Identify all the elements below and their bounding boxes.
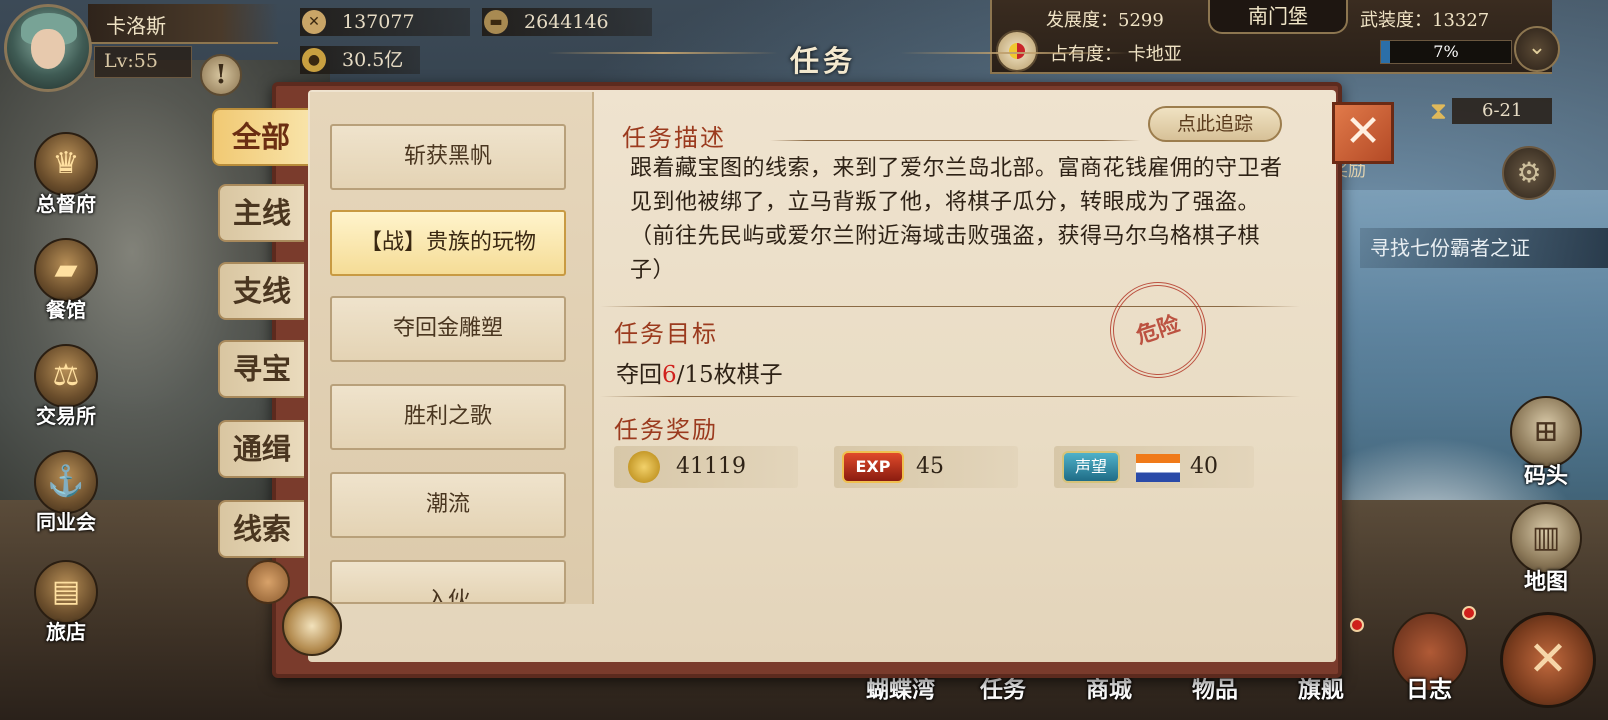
compass-icon [282,596,342,656]
coin-icon [628,451,660,483]
quest-item[interactable]: 斩获黑帆 [330,124,566,190]
player-level: Lv:55 [104,50,158,72]
tab-clues[interactable]: 线索 [218,500,304,558]
reward-exp-value: 45 [916,454,944,479]
hourglass-icon: ⧗ [1430,97,1447,125]
tab-wanted[interactable]: 通缉 [218,420,304,478]
divider [770,140,1140,141]
occupation-bar: 7% [1380,40,1512,64]
event-timer[interactable]: ⧗ 6-21 [1430,94,1580,128]
description-title: 任务描述 [622,124,726,152]
occupation-percent: 7% [1433,42,1459,61]
scales-icon: ⚖ [34,344,98,408]
reward-exp: EXP 45 [834,446,1018,488]
gear-icon[interactable]: ⚙ [1502,146,1556,200]
divider [600,396,1300,397]
close-icon[interactable]: ✕ [1332,102,1394,164]
coin-decoration [246,560,290,604]
notification-dot [1462,606,1476,620]
nav-guild-label: 同业会 [36,510,96,534]
attack-icon: ✕ [302,10,326,34]
tab-treasure[interactable]: 寻宝 [218,340,304,398]
reward-reputation: 声望 40 [1054,446,1254,488]
nav-governor-label: 总督府 [36,192,96,216]
avatar-face [31,29,65,69]
reward-coins-value: 41119 [676,454,746,479]
player-avatar[interactable] [4,4,92,92]
quest-item[interactable]: 潮流 [330,472,566,538]
anchor-shield-icon: ⚓ [34,450,98,514]
gold-bar-icon: ▬ [484,10,508,34]
basket-icon: ▤ [34,560,98,624]
nav-guild[interactable]: ⚓ 同业会 [28,450,104,535]
resource-gold-bars-value: 2644146 [524,11,609,33]
nav-tavern-label: 餐馆 [46,298,86,322]
quest-item[interactable]: 夺回金雕塑 [330,296,566,362]
quest-description: 跟着藏宝图的线索，来到了爱尔兰岛北部。富商花钱雇佣的守卫者见到他被绑了，立马背叛… [630,156,1283,283]
netherlands-flag-icon [1136,454,1180,482]
nation-flag-icon[interactable] [996,30,1038,72]
bottom-nav-log[interactable]: 日志 [1406,670,1452,704]
title-decoration [900,52,1130,54]
nav-dock-label: 码头 [1523,463,1568,489]
crossed-swords-icon[interactable]: ✕ [1500,612,1596,708]
quest-item-selected[interactable]: 【战】贵族的玩物 [330,210,566,276]
resource-coins-value: 30.5亿 [342,49,404,71]
nav-inn[interactable]: ▤ 旅店 [28,560,104,645]
quest-item[interactable]: 胜利之歌 [330,384,566,450]
nav-map[interactable]: ▥ 地图 [1506,502,1586,596]
title-decoration [548,52,778,54]
tab-all[interactable]: 全部 [212,108,308,166]
nav-governor[interactable]: ♛ 总督府 [28,132,104,217]
exp-icon: EXP [842,451,904,483]
coin-icon: ● [302,48,326,72]
quest-tracker-banner[interactable]: 寻找七份霸者之证 [1360,228,1608,268]
objective-current: 6 [662,362,677,388]
alert-icon[interactable]: ! [200,54,242,96]
dialog-title: 任务 [790,44,857,78]
reward-reputation-value: 40 [1190,454,1218,479]
quest-objective: 夺回6/15枚棋子 [616,355,783,389]
nav-dock[interactable]: ⊞ 码头 [1506,396,1586,490]
nav-exchange[interactable]: ⚖ 交易所 [28,344,104,429]
reputation-icon: 声望 [1062,451,1120,483]
development-label: 发展度：5299 [1046,10,1164,31]
objective-rest: /15枚棋子 [676,362,783,388]
reward-title: 任务奖励 [614,416,718,444]
objective-title: 任务目标 [614,320,718,348]
tavern-icon: ▰ [34,238,98,302]
nav-tavern[interactable]: ▰ 餐馆 [28,238,104,323]
city-name[interactable]: 南门堡 [1208,0,1348,34]
nav-map-label: 地图 [1523,569,1568,595]
reward-coins: 41119 [614,446,798,488]
resource-attack-value: 137077 [342,11,415,33]
nav-exchange-label: 交易所 [36,404,96,428]
nav-inn-label: 旅店 [46,620,86,644]
objective-prefix: 夺回 [616,362,662,388]
quest-item[interactable]: 入伙 [330,560,566,604]
crown-icon: ♛ [34,132,98,196]
track-quest-button[interactable]: 点此追踪 [1148,106,1282,142]
tab-main[interactable]: 主线 [218,184,304,242]
timer-text: 6-21 [1482,100,1523,121]
notification-dot [1350,618,1364,632]
chevron-down-icon[interactable]: ⌄ [1514,26,1560,72]
player-name: 卡洛斯 [106,14,166,38]
tab-side[interactable]: 支线 [218,262,304,320]
armament-label: 武装度：13327 [1360,10,1490,31]
